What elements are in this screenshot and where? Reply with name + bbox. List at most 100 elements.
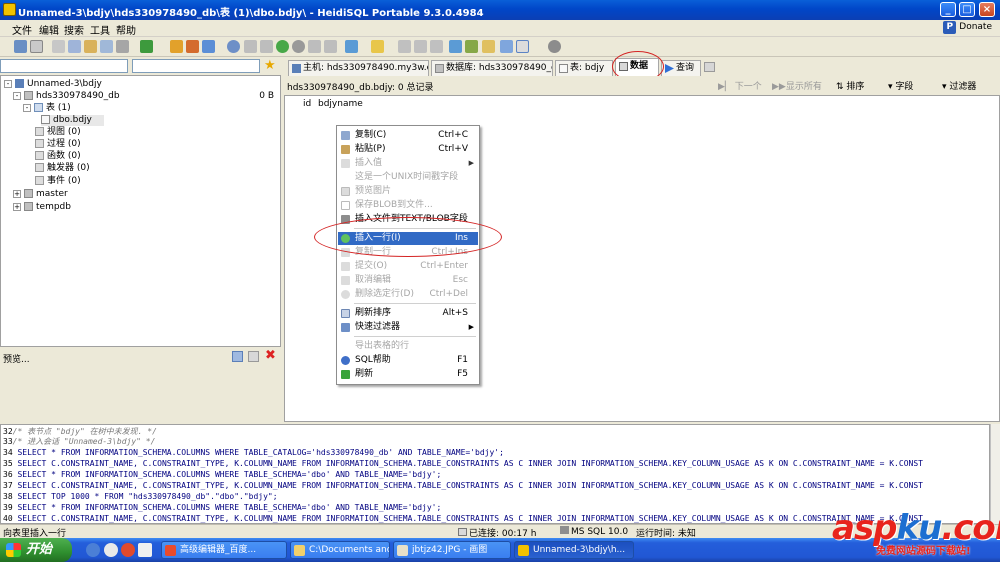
tree-node-master[interactable]: + master	[13, 189, 68, 200]
menu-insert-value[interactable]: 插入值 ▶	[338, 157, 478, 170]
paste-toolbar-icon[interactable]	[68, 40, 81, 53]
menu-export-rows[interactable]: 导出表格的行	[338, 340, 478, 353]
explain-icon[interactable]	[398, 40, 411, 53]
edit-icon[interactable]	[482, 40, 495, 53]
new-query-tab-icon[interactable]	[704, 62, 715, 72]
copy-preview-icon[interactable]	[232, 351, 243, 362]
tree-node-database[interactable]: - hds330978490_db 0 B	[13, 91, 278, 102]
menu-copy[interactable]: 复制(C) Ctrl+C	[338, 129, 478, 142]
tree-node-procedures[interactable]: 过程 (0)	[35, 139, 81, 150]
menu-unix-timestamp[interactable]: 这是一个UNIX时间戳字段	[338, 171, 478, 184]
filter-button[interactable]: ▾ 过滤器	[942, 79, 976, 92]
menu-sql-help[interactable]: SQL帮助 F1	[338, 354, 478, 367]
tree-node-events[interactable]: 事件 (0)	[35, 176, 81, 187]
open-file-icon[interactable]	[84, 40, 97, 53]
wrap-icon[interactable]	[500, 40, 513, 53]
help-toolbar-icon[interactable]	[227, 40, 240, 53]
close-preview-icon[interactable]: ✖	[265, 348, 276, 364]
donate-button[interactable]: P Donate	[943, 21, 992, 34]
collapse-icon[interactable]: -	[13, 91, 21, 100]
save-toolbar-icon[interactable]	[100, 40, 113, 53]
query-play-icon	[665, 64, 674, 73]
quicklaunch-browser-icon[interactable]	[104, 543, 118, 557]
quicklaunch-app-icon[interactable]	[121, 543, 135, 557]
submenu-arrow-icon: ▶	[468, 323, 474, 331]
maximize-button[interactable]: □	[959, 2, 975, 17]
title-bar[interactable]: Unnamed-3\bdjy\hds330978490_db\表 (1)\dbo…	[0, 0, 1000, 20]
format-icon[interactable]	[449, 40, 462, 53]
taskbar-item-explorer[interactable]: C:\Documents and...	[290, 541, 390, 559]
tree-node-triggers[interactable]: 触发器 (0)	[35, 163, 90, 174]
run-icon[interactable]	[345, 40, 358, 53]
save-preview-icon[interactable]	[248, 351, 259, 362]
sort-button[interactable]: ⇅ 排序	[836, 79, 864, 92]
menu-preview-image[interactable]: 预览图片	[338, 185, 478, 198]
tab-database[interactable]: 数据库: hds330978490_db	[431, 60, 553, 76]
menu-tools[interactable]: 工具	[90, 22, 110, 37]
menu-cancel-edit[interactable]: 取消编辑 Esc	[338, 274, 478, 287]
load-sql-icon[interactable]	[414, 40, 427, 53]
database-filter-input[interactable]	[0, 59, 128, 73]
tree-node-session[interactable]: - Unnamed-3\bdjy	[4, 79, 102, 90]
post-icon[interactable]	[308, 40, 321, 53]
menu-refresh-sort[interactable]: 刷新排序 Alt+S	[338, 307, 478, 320]
snippet-icon[interactable]	[465, 40, 478, 53]
tree-node-table-bdjy[interactable]: dbo.bdjy	[41, 115, 104, 126]
log-icon[interactable]	[516, 40, 529, 53]
collapse-icon[interactable]: -	[4, 79, 12, 88]
server-version: MS SQL 10.0	[560, 526, 628, 537]
disconnect-icon[interactable]	[30, 40, 43, 53]
user-manager-icon[interactable]	[170, 40, 183, 53]
import-icon[interactable]	[202, 40, 215, 53]
taskbar-item-heidisql[interactable]: Unnamed-3\bdjy\h...	[514, 541, 634, 559]
copy-toolbar-icon[interactable]	[52, 40, 65, 53]
menu-file[interactable]: 文件	[12, 22, 32, 37]
favorite-star-icon[interactable]: ★	[264, 59, 276, 72]
menu-delete-rows[interactable]: 删除选定行(D) Ctrl+Del	[338, 288, 478, 301]
collapse-icon[interactable]: -	[23, 103, 31, 112]
maintenance-icon[interactable]	[186, 40, 199, 53]
cancel-toolbar-icon[interactable]	[324, 40, 337, 53]
columns-button[interactable]: ▾ 字段	[888, 79, 913, 92]
menu-search[interactable]: 搜索	[64, 22, 84, 37]
first-icon[interactable]	[244, 40, 257, 53]
print-icon[interactable]	[116, 40, 129, 53]
column-header-id[interactable]: id	[303, 98, 312, 111]
menu-commit[interactable]: 提交(O) Ctrl+Enter	[338, 260, 478, 273]
tree-node-tables[interactable]: -表 (1)	[23, 103, 71, 114]
database-tree[interactable]: - Unnamed-3\bdjy - hds330978490_db 0 B -表 …	[0, 75, 281, 347]
tab-query[interactable]: 查询	[661, 60, 701, 76]
expand-icon[interactable]: +	[13, 189, 21, 198]
quicklaunch-ie-icon[interactable]	[86, 543, 100, 557]
tree-node-functions[interactable]: 函数 (0)	[35, 151, 81, 162]
show-all-button[interactable]: ▶▶显示所有	[772, 79, 822, 92]
expand-icon[interactable]: +	[13, 202, 21, 211]
close-button[interactable]: ×	[979, 2, 995, 17]
insert-icon[interactable]	[276, 40, 289, 53]
session-manager-icon[interactable]	[14, 40, 27, 53]
save-sql-icon[interactable]	[430, 40, 443, 53]
refresh-toolbar-icon[interactable]	[140, 40, 153, 53]
start-button[interactable]: 开始	[0, 538, 72, 562]
taskbar-item-paint[interactable]: jbtjz42.JPG - 画图	[393, 541, 511, 559]
last-icon[interactable]	[260, 40, 273, 53]
quicklaunch-desktop-icon[interactable]	[138, 543, 152, 557]
tree-node-views[interactable]: 视图 (0)	[35, 127, 81, 138]
menu-edit[interactable]: 编辑	[39, 22, 59, 37]
tree-node-tempdb[interactable]: + tempdb	[13, 202, 71, 213]
find-icon[interactable]	[371, 40, 384, 53]
menu-paste[interactable]: 粘贴(P) Ctrl+V	[338, 143, 478, 156]
taskbar-item-browser[interactable]: 高级编辑器_百度...	[161, 541, 287, 559]
tab-table[interactable]: 表: bdjy	[555, 60, 613, 76]
stop-icon[interactable]	[548, 40, 561, 53]
menu-save-blob[interactable]: 保存BLOB到文件...	[338, 199, 478, 212]
delete-icon[interactable]	[292, 40, 305, 53]
menu-refresh[interactable]: 刷新 F5	[338, 368, 478, 381]
tab-host[interactable]: 主机: hds330978490.my3w.co	[288, 60, 429, 76]
column-header-bdjyname[interactable]: bdjyname	[318, 98, 363, 111]
menu-help[interactable]: 帮助	[116, 22, 136, 37]
next-button[interactable]: ▶▏ 下一个	[718, 79, 762, 92]
menu-quick-filter[interactable]: 快速过滤器 ▶	[338, 321, 478, 334]
table-filter-input[interactable]	[132, 59, 260, 73]
minimize-button[interactable]: _	[940, 2, 956, 17]
